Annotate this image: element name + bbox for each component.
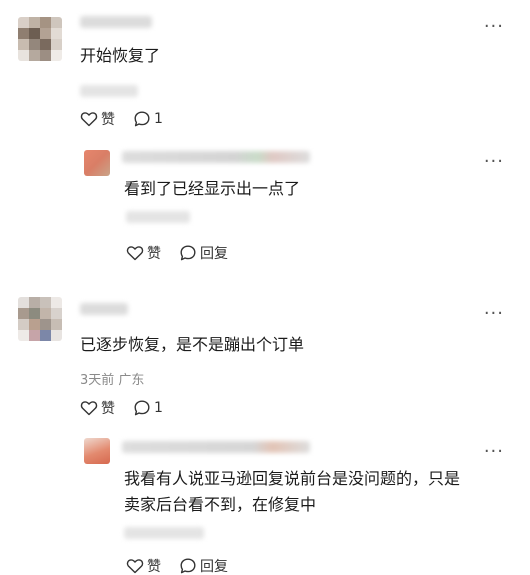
comment-meta — [80, 85, 138, 97]
reply-meta — [126, 211, 190, 223]
like-label: 赞 — [101, 401, 115, 417]
username[interactable] — [80, 303, 128, 315]
more-options-icon[interactable]: ··· — [484, 443, 504, 461]
more-options-icon[interactable]: ··· — [484, 305, 504, 323]
avatar[interactable] — [18, 297, 62, 341]
avatar[interactable] — [84, 438, 110, 464]
more-options-icon[interactable]: ··· — [484, 18, 504, 36]
reply-count: 1 — [154, 400, 163, 416]
reply-text: 看到了已经显示出一点了 — [124, 179, 301, 198]
heart-outline-icon — [80, 112, 98, 127]
reply-button[interactable]: 1 — [133, 110, 163, 128]
more-options-icon[interactable]: ··· — [484, 153, 504, 171]
reply-actions: 赞 回复 — [126, 556, 246, 575]
avatar[interactable] — [84, 150, 110, 176]
reply-button[interactable]: 回复 — [179, 243, 228, 263]
heart-outline-icon — [126, 559, 144, 574]
reply-text-line-2: 卖家后台看不到，在修复中 — [124, 495, 317, 514]
comment-meta: 3天前 广东 — [80, 373, 145, 388]
reply-text-line-1: 我看有人说亚马逊回复说前台是没问题的，只是 — [124, 469, 461, 488]
username[interactable] — [80, 16, 152, 28]
comment-actions: 赞 1 — [80, 109, 181, 129]
username[interactable] — [122, 441, 310, 453]
heart-outline-icon — [126, 246, 144, 261]
speech-bubble-icon — [134, 111, 150, 127]
comment-actions: 赞 1 — [80, 398, 181, 418]
avatar[interactable] — [18, 17, 62, 61]
like-label: 赞 — [147, 559, 161, 575]
reply-button[interactable]: 回复 — [179, 556, 228, 575]
speech-bubble-icon — [134, 400, 150, 416]
heart-outline-icon — [80, 401, 98, 416]
reply-button[interactable]: 1 — [133, 399, 163, 417]
username[interactable] — [122, 151, 310, 163]
like-button[interactable]: 赞 — [126, 556, 161, 575]
reply-label: 回复 — [200, 246, 228, 262]
reply-meta — [124, 527, 204, 539]
speech-bubble-icon — [180, 558, 196, 574]
like-label: 赞 — [101, 112, 115, 128]
like-button[interactable]: 赞 — [80, 398, 115, 418]
like-button[interactable]: 赞 — [126, 243, 161, 263]
like-button[interactable]: 赞 — [80, 109, 115, 129]
comment-text: 已逐步恢复，是不是蹦出个订单 — [80, 335, 305, 354]
reply-count: 1 — [154, 111, 163, 127]
like-label: 赞 — [147, 246, 161, 262]
comment-text: 开始恢复了 — [80, 46, 161, 65]
speech-bubble-icon — [180, 245, 196, 261]
reply-label: 回复 — [200, 559, 228, 575]
reply-actions: 赞 回复 — [126, 243, 246, 263]
